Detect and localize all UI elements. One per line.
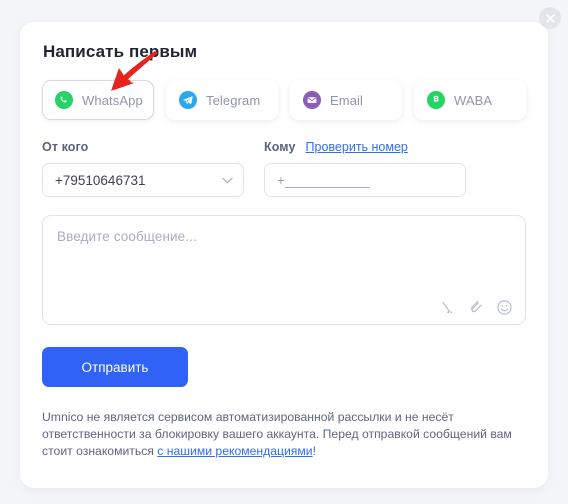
tab-waba[interactable]: WABA bbox=[414, 80, 526, 120]
chevron-down-icon bbox=[222, 177, 233, 184]
email-icon bbox=[303, 91, 321, 109]
tab-email[interactable]: Email bbox=[290, 80, 402, 120]
from-label-row: От кого bbox=[42, 140, 244, 156]
to-field-group: Кому Проверить номер +___________ bbox=[264, 140, 466, 197]
telegram-icon bbox=[179, 91, 197, 109]
waba-icon bbox=[427, 91, 445, 109]
message-composer-card: Написать первым WhatsApp Telegram Email … bbox=[20, 22, 548, 488]
from-number-value: +79510646731 bbox=[55, 172, 146, 188]
disclaimer-after: ! bbox=[312, 444, 316, 458]
whatsapp-icon bbox=[55, 91, 73, 109]
recipient-fields: От кого +79510646731 Кому Проверить номе… bbox=[42, 140, 526, 197]
message-textarea[interactable]: Введите сообщение... bbox=[42, 215, 526, 325]
to-number-placeholder: +___________ bbox=[277, 172, 370, 188]
message-toolbar bbox=[440, 299, 513, 316]
disclaimer-text: Umnico не является сервисом автоматизиро… bbox=[42, 409, 526, 460]
page-title: Написать первым bbox=[43, 42, 198, 61]
close-button[interactable] bbox=[539, 7, 561, 29]
page-root: Написать первым WhatsApp Telegram Email … bbox=[0, 0, 568, 504]
tab-whatsapp[interactable]: WhatsApp bbox=[42, 80, 154, 120]
attachment-icon[interactable] bbox=[468, 299, 485, 316]
to-label: Кому bbox=[264, 140, 296, 154]
to-number-input[interactable]: +___________ bbox=[264, 163, 466, 197]
send-button[interactable]: Отправить bbox=[42, 347, 188, 387]
recommendations-link[interactable]: с нашими рекомендациями bbox=[157, 444, 312, 458]
from-number-select[interactable]: +79510646731 bbox=[42, 163, 244, 197]
tab-label: Email bbox=[330, 92, 364, 108]
to-label-row: Кому Проверить номер bbox=[264, 140, 466, 156]
quick-reply-icon[interactable] bbox=[440, 299, 457, 316]
tab-label: WABA bbox=[454, 92, 493, 108]
from-field-group: От кого +79510646731 bbox=[42, 140, 244, 197]
tab-label: WhatsApp bbox=[82, 92, 143, 108]
tab-telegram[interactable]: Telegram bbox=[166, 80, 278, 120]
check-number-link[interactable]: Проверить номер bbox=[306, 140, 408, 154]
from-label: От кого bbox=[42, 140, 89, 154]
message-placeholder: Введите сообщение... bbox=[57, 229, 197, 244]
emoji-icon[interactable] bbox=[496, 299, 513, 316]
channel-tabs: WhatsApp Telegram Email WABA bbox=[42, 80, 526, 120]
tab-label: Telegram bbox=[206, 92, 261, 108]
close-icon bbox=[545, 13, 555, 23]
